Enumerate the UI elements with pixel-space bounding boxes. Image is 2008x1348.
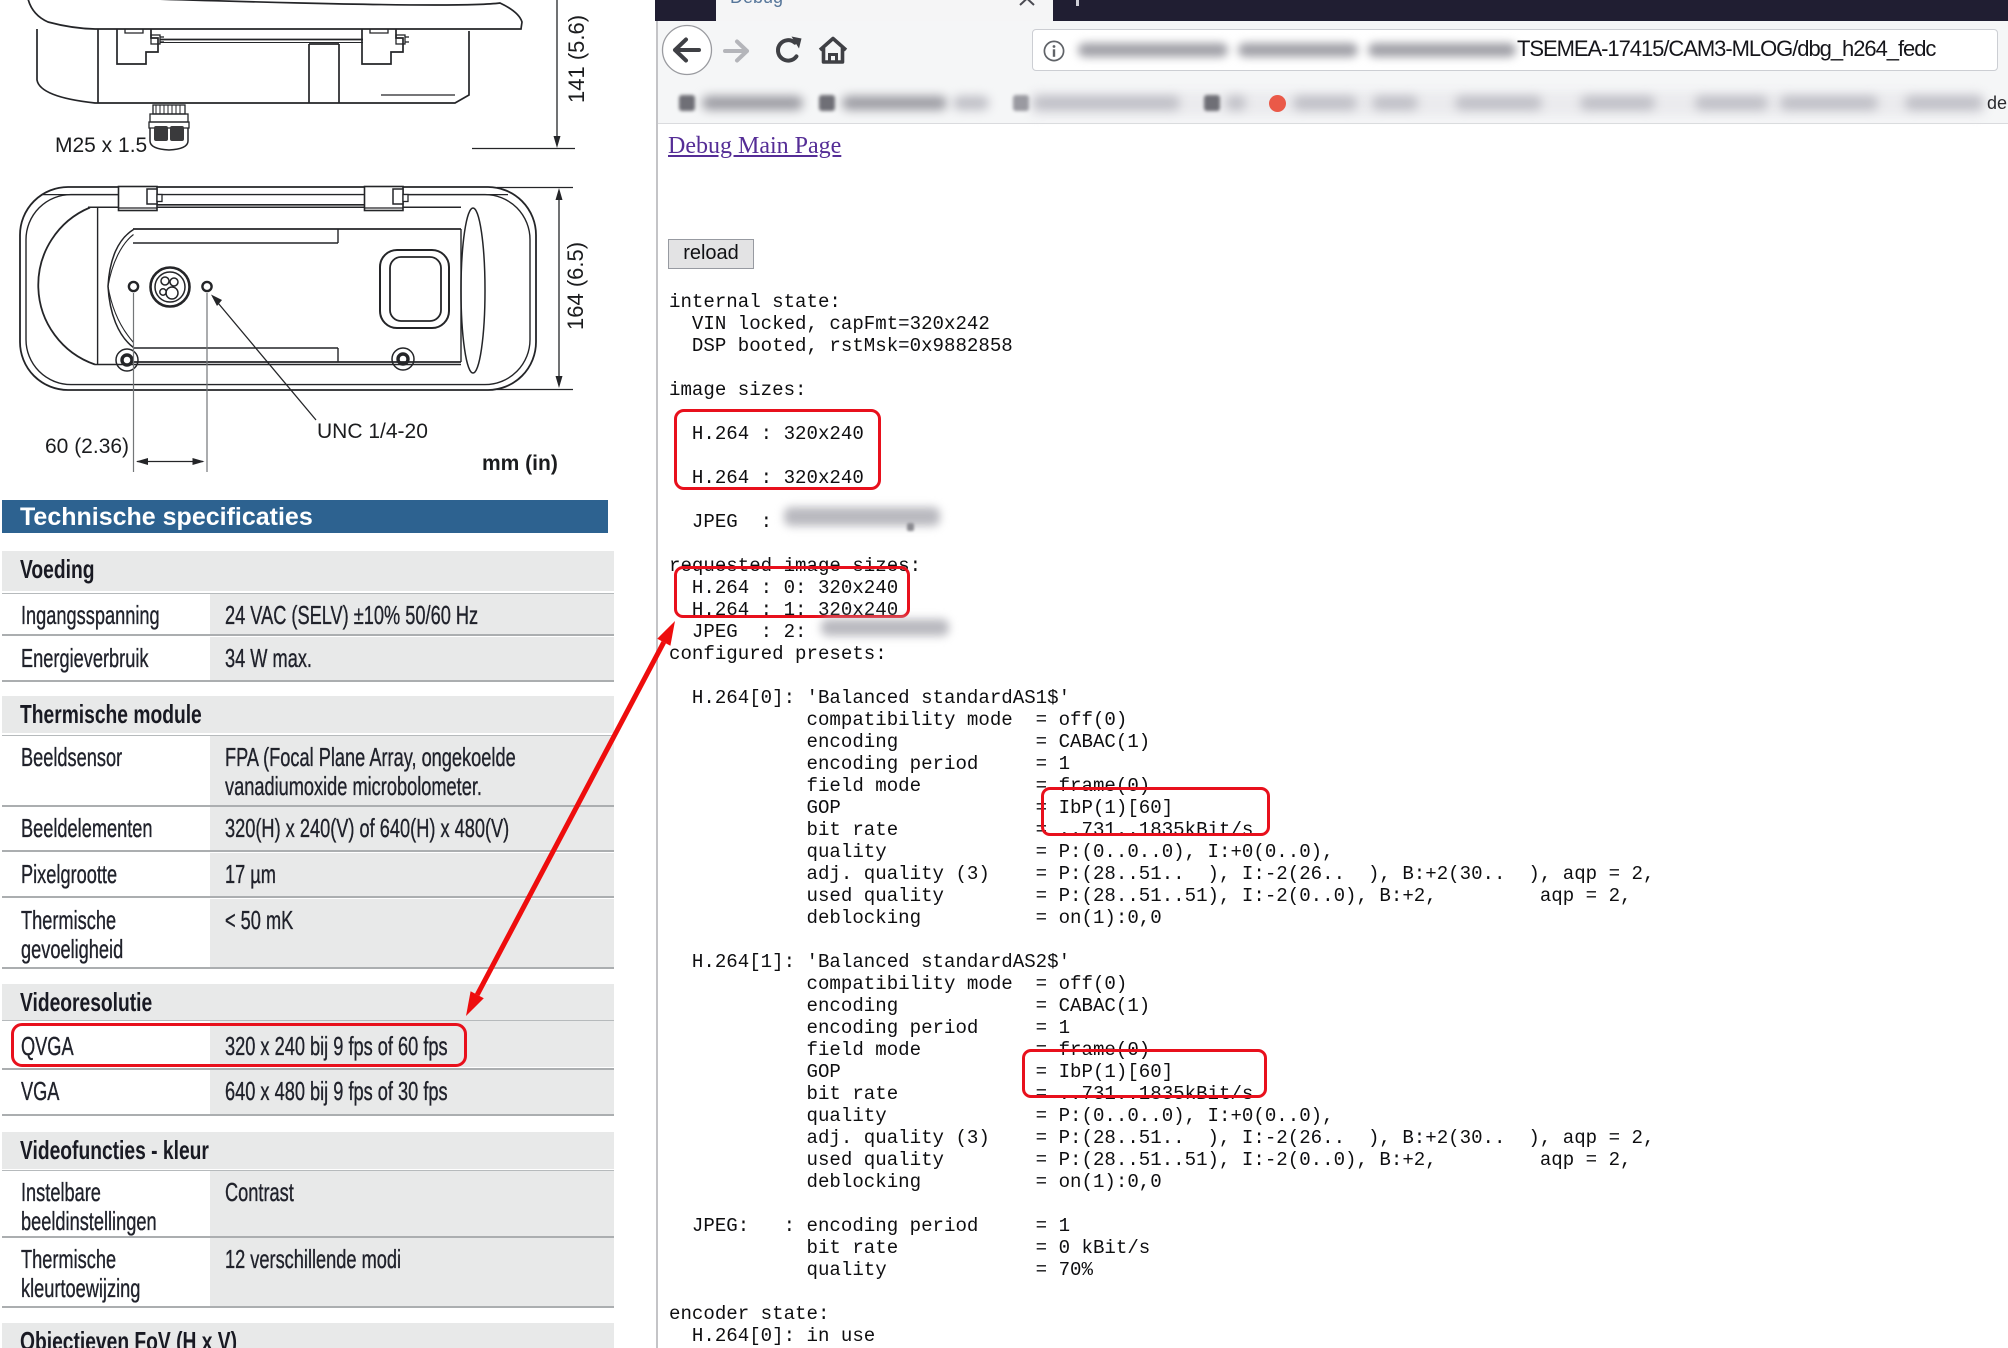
- svg-text:60 (2.36): 60 (2.36): [45, 435, 129, 458]
- svg-text:UNC 1/4-20: UNC 1/4-20: [317, 420, 428, 443]
- svg-text:M25 x 1.5: M25 x 1.5: [55, 134, 147, 157]
- svg-text:164 (6.5): 164 (6.5): [563, 242, 588, 330]
- svg-text:141 (5.6): 141 (5.6): [564, 15, 589, 103]
- svg-text:mm (in): mm (in): [482, 452, 558, 475]
